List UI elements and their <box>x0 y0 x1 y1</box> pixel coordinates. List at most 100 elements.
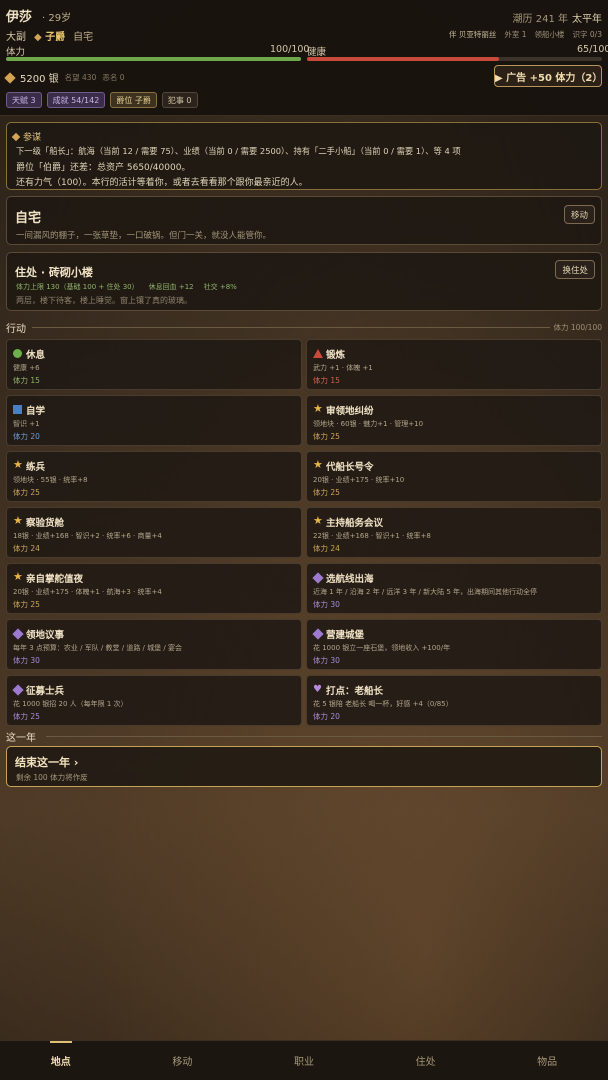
action-name: 主持船务会议 <box>326 518 384 529</box>
action-card[interactable]: ★ 审领地纠纷 领地块 · 60银 · 魅力+1 · 管理+10 体力 25 <box>306 395 602 446</box>
spouse-label: 伴 贝亚特丽丝 <box>448 30 497 39</box>
stamina-bar <box>6 57 301 61</box>
end-year-button[interactable]: 结束这一年 › 剩余 100 体力将作废 <box>6 746 602 787</box>
action-cost: 体力 25 <box>313 432 340 441</box>
calendar-year: 潮历 241 年 <box>512 14 568 25</box>
advisor-title: 参谋 <box>11 130 41 143</box>
health-bar-fill <box>307 57 499 61</box>
action-effect: 近海 1 年 / 沿海 2 年 / 远洋 3 年 / 新大陆 5 年，出海期间其… <box>313 588 538 596</box>
action-card[interactable]: ★ 主持船务会议 22银 · 业绩+168 · 智识+1 · 统率+8 体力 24 <box>306 507 602 558</box>
action-name: 练兵 <box>26 462 46 473</box>
tags-row: 天赋 3 成就 54/142 爵位 子爵 犯事 0 <box>6 92 198 108</box>
action-card[interactable]: 选航线出海近海 1 年 / 沿海 2 年 / 远洋 3 年 / 新大陆 5 年，… <box>306 563 602 614</box>
residence-desc: 两层，楼下待客，楼上睡觉。窗上镶了真的玻璃。 <box>16 296 192 305</box>
ad-stamina-button[interactable]: ▶ 广告 +50 体力（2） <box>494 65 602 87</box>
stamina-value: 100/100 <box>270 44 310 55</box>
action-card[interactable]: 锻炼 武力 +1 · 体魄 +1 体力 15 <box>306 339 602 390</box>
location-title: 自宅 <box>15 211 42 226</box>
character-name: 伊莎 <box>6 10 33 25</box>
action-effect: 20银 · 业绩+175 · 体魄+1 · 航海+3 · 统率+4 <box>13 588 162 596</box>
residence-card: 住处 · 砖砌小楼 体力上限 130（基础 100 + 住处 30） 休息回血 … <box>6 252 602 311</box>
action-cost: 体力 30 <box>313 656 340 665</box>
action-card[interactable]: 征募士兵花 1000 银招 20 人（每年限 1 次） 体力 25 <box>6 675 302 726</box>
action-card[interactable]: 领地议事每年 3 点预算：农业 / 军队 / 教堂 / 道路 / 城堡 / 宴会… <box>6 619 302 670</box>
action-card[interactable]: ★ 察验货舱 18银 · 业绩+168 · 智识+2 · 统率+6 · 商量+4 体力… <box>6 507 302 558</box>
action-name: 营建城堡 <box>326 630 365 641</box>
green-circle-icon <box>13 349 22 358</box>
purple-diamond-icon <box>12 628 24 640</box>
star-icon: ★ <box>313 402 323 415</box>
action-name: 选航线出海 <box>326 574 374 585</box>
action-card[interactable]: ★ 亲自掌舵值夜 20银 · 业绩+175 · 体魄+1 · 航海+3 · 统率+4… <box>6 563 302 614</box>
star-icon: ★ <box>13 514 23 527</box>
nav-tab-items[interactable]: 物品 <box>486 1041 608 1080</box>
action-card[interactable]: 自学 智识 +1 体力 20 <box>6 395 302 446</box>
era-label: 太平年 <box>572 14 602 25</box>
action-name: 亲自掌舵值夜 <box>26 574 84 585</box>
heart-icon: ♥ <box>313 684 322 695</box>
action-cost: 体力 25 <box>13 712 40 721</box>
action-card[interactable]: 休息 健康 +6 体力 15 <box>6 339 302 390</box>
residence-stats: 体力上限 130（基础 100 + 住处 30） 休息回血 +12 社交 +8% <box>16 282 237 292</box>
divider <box>32 327 550 328</box>
purple-diamond-icon <box>312 628 324 640</box>
move-button[interactable]: 移动 <box>563 205 595 224</box>
infamy-label: 恶名 0 <box>102 73 125 82</box>
crime-tag[interactable]: 犯事 0 <box>161 92 198 108</box>
actions-stamina: 体力 100/100 <box>553 323 602 332</box>
nav-tab-move[interactable]: 移动 <box>122 1041 244 1080</box>
stamina-cap-stat: 体力上限 130（基础 100 + 住处 30） <box>16 283 139 291</box>
title-tag[interactable]: 爵位 子爵 <box>110 92 157 108</box>
red-triangle-icon <box>313 349 323 358</box>
action-effect: 花 5 银陪 老船长 喝一杯，好感 +4（0/85） <box>313 700 453 708</box>
action-cost: 体力 30 <box>13 656 40 665</box>
rank-diamond-icon: ◆ <box>34 32 46 43</box>
character-age: · 29岁 <box>42 13 72 24</box>
achievement-tag[interactable]: 成就 54/142 <box>46 92 106 108</box>
action-name: 领地议事 <box>26 630 65 641</box>
rest-heal-stat: 休息回血 +12 <box>148 283 194 291</box>
action-cost: 体力 24 <box>13 544 40 553</box>
nav-tab-location[interactable]: 地点 <box>0 1041 122 1080</box>
nav-tab-career[interactable]: 职业 <box>243 1041 365 1080</box>
divider <box>46 736 602 737</box>
silver-coin-icon <box>4 71 16 84</box>
action-effect: 22银 · 业绩+168 · 智识+1 · 统率+8 <box>313 532 431 540</box>
action-name: 打点：老船长 <box>326 686 384 697</box>
action-card[interactable]: ★ 练兵 领地块 · 55银 · 统率+8 体力 25 <box>6 451 302 502</box>
star-icon: ★ <box>13 458 23 471</box>
action-cost: 体力 30 <box>313 600 340 609</box>
action-effect: 18银 · 业绩+168 · 智识+2 · 统率+6 · 商量+4 <box>13 532 162 540</box>
action-effect: 领地块 · 60银 · 魅力+1 · 管理+10 <box>313 420 424 428</box>
action-card[interactable]: ♥ 打点：老船长花 5 银陪 老船长 喝一杯，好感 +4（0/85） 体力 20 <box>306 675 602 726</box>
change-residence-button[interactable]: 换住处 <box>555 260 595 279</box>
action-cost: 体力 20 <box>313 712 340 721</box>
action-cost: 体力 15 <box>313 376 340 385</box>
literacy-label: 识字 0/3 <box>572 30 602 39</box>
money-row: 5200 银 名望 430 恶名 0 <box>4 70 125 85</box>
location-card: 自宅 一间漏风的棚子，一张草垫，一口破锅。但门一关，就没人能管你。 移动 <box>6 196 602 245</box>
action-card[interactable]: 营建城堡花 1000 银立一座石堡，领地收入 +100/年 体力 30 <box>306 619 602 670</box>
action-name: 代船长号令 <box>326 462 374 473</box>
action-effect: 花 1000 银招 20 人（每年限 1 次） <box>13 700 128 708</box>
purple-diamond-icon <box>12 684 24 696</box>
star-icon: ★ <box>313 514 323 527</box>
action-name: 察验货舱 <box>26 518 65 529</box>
reputation-label: 名望 430 <box>64 73 97 82</box>
action-cost: 体力 25 <box>13 488 40 497</box>
action-effect: 每年 3 点预算：农业 / 军队 / 教堂 / 道路 / 城堡 / 宴会 <box>13 644 182 652</box>
action-cost: 体力 25 <box>313 488 340 497</box>
action-effect: 健康 +6 <box>13 364 40 372</box>
talent-tag[interactable]: 天赋 3 <box>6 92 42 108</box>
silver-amount: 5200 银 <box>20 74 59 85</box>
mistress-count: 外室 1 <box>504 30 527 39</box>
action-effect: 武力 +1 · 体魄 +1 <box>313 364 373 372</box>
action-card[interactable]: ★ 代船长号令 20银 · 业绩+175 · 统率+10 体力 25 <box>306 451 602 502</box>
action-name: 自学 <box>26 406 46 417</box>
advisor-hint-card: 参谋 下一级「船长」：航海（当前 12 / 需要 75）、业绩（当前 0 / 需… <box>6 122 602 190</box>
location-desc: 一间漏风的棚子，一张草垫，一口破锅。但门一关，就没人能管你。 <box>16 231 272 241</box>
action-name: 征募士兵 <box>26 686 65 697</box>
end-year-desc: 剩余 100 体力将作废 <box>16 773 88 782</box>
nav-tab-residence[interactable]: 住处 <box>365 1041 487 1080</box>
role-label: 大副 <box>6 32 26 43</box>
